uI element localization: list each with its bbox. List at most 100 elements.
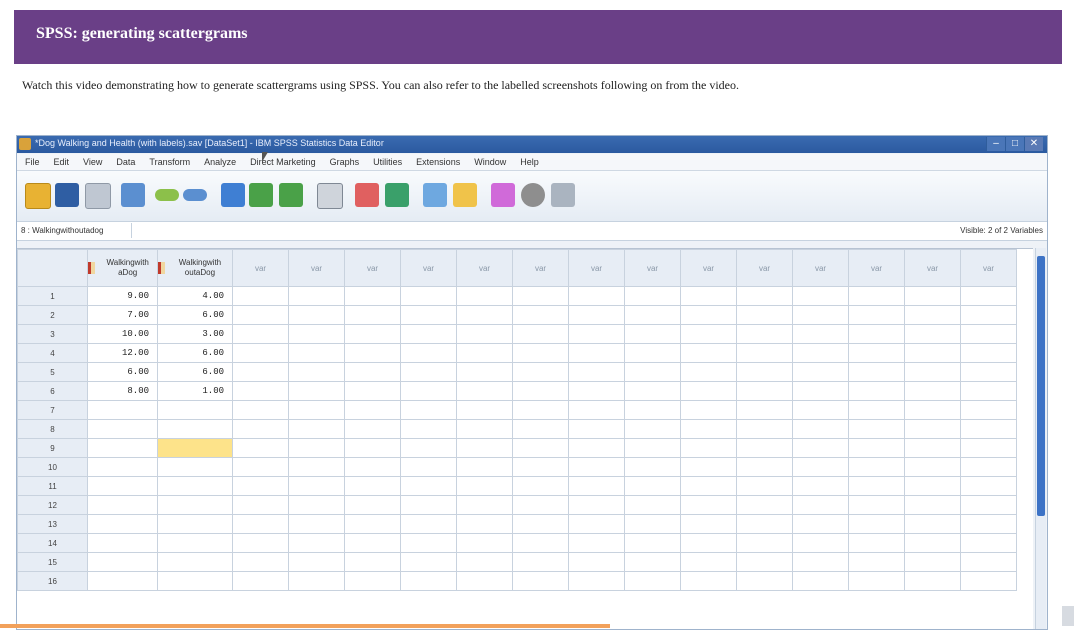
column-header-empty[interactable]: var: [568, 249, 625, 287]
empty-cell[interactable]: [736, 476, 793, 496]
column-header-empty[interactable]: var: [904, 249, 961, 287]
empty-cell[interactable]: [456, 419, 513, 439]
empty-cell[interactable]: [232, 552, 289, 572]
cell-walkingwithadog[interactable]: [87, 552, 158, 572]
row-number[interactable]: 15: [17, 552, 88, 572]
use-sets-icon[interactable]: [491, 183, 515, 207]
row-number[interactable]: 7: [17, 400, 88, 420]
scrollbar-thumb[interactable]: [1037, 256, 1045, 516]
empty-cell[interactable]: [232, 571, 289, 591]
empty-cell[interactable]: [736, 362, 793, 382]
empty-cell[interactable]: [344, 514, 401, 534]
empty-cell[interactable]: [568, 495, 625, 515]
cell-walkingwithoutadog[interactable]: 6.00: [157, 362, 233, 382]
empty-cell[interactable]: [400, 286, 457, 306]
empty-cell[interactable]: [400, 400, 457, 420]
empty-cell[interactable]: [232, 438, 289, 458]
empty-cell[interactable]: [680, 514, 737, 534]
empty-cell[interactable]: [232, 419, 289, 439]
empty-cell[interactable]: [568, 571, 625, 591]
empty-cell[interactable]: [848, 571, 905, 591]
empty-cell[interactable]: [680, 343, 737, 363]
empty-cell[interactable]: [960, 514, 1017, 534]
empty-cell[interactable]: [344, 343, 401, 363]
empty-cell[interactable]: [736, 324, 793, 344]
cell-walkingwithoutadog[interactable]: [157, 495, 233, 515]
empty-cell[interactable]: [624, 457, 681, 477]
empty-cell[interactable]: [960, 286, 1017, 306]
row-number[interactable]: 8: [17, 419, 88, 439]
empty-cell[interactable]: [848, 533, 905, 553]
empty-cell[interactable]: [232, 324, 289, 344]
empty-cell[interactable]: [736, 305, 793, 325]
empty-cell[interactable]: [456, 381, 513, 401]
empty-cell[interactable]: [568, 381, 625, 401]
empty-cell[interactable]: [624, 533, 681, 553]
variables-icon[interactable]: [279, 183, 303, 207]
empty-cell[interactable]: [792, 438, 849, 458]
empty-cell[interactable]: [736, 419, 793, 439]
empty-cell[interactable]: [344, 552, 401, 572]
empty-cell[interactable]: [232, 305, 289, 325]
find-icon[interactable]: [317, 183, 343, 209]
empty-cell[interactable]: [792, 324, 849, 344]
empty-cell[interactable]: [512, 305, 569, 325]
empty-cell[interactable]: [232, 343, 289, 363]
empty-cell[interactable]: [232, 362, 289, 382]
empty-cell[interactable]: [512, 324, 569, 344]
empty-cell[interactable]: [568, 533, 625, 553]
empty-cell[interactable]: [288, 419, 345, 439]
menu-edit[interactable]: Edit: [54, 157, 70, 167]
empty-cell[interactable]: [400, 324, 457, 344]
empty-cell[interactable]: [288, 514, 345, 534]
row-number[interactable]: 10: [17, 457, 88, 477]
empty-cell[interactable]: [848, 362, 905, 382]
empty-cell[interactable]: [288, 362, 345, 382]
empty-cell[interactable]: [344, 362, 401, 382]
empty-cell[interactable]: [848, 381, 905, 401]
empty-cell[interactable]: [680, 381, 737, 401]
empty-cell[interactable]: [400, 457, 457, 477]
empty-cell[interactable]: [736, 514, 793, 534]
empty-cell[interactable]: [568, 362, 625, 382]
empty-cell[interactable]: [456, 457, 513, 477]
empty-cell[interactable]: [512, 362, 569, 382]
cell-walkingwithoutadog[interactable]: [157, 419, 233, 439]
empty-cell[interactable]: [400, 305, 457, 325]
empty-cell[interactable]: [960, 457, 1017, 477]
empty-cell[interactable]: [624, 438, 681, 458]
cell-walkingwithoutadog[interactable]: [157, 400, 233, 420]
empty-cell[interactable]: [680, 362, 737, 382]
empty-cell[interactable]: [680, 324, 737, 344]
empty-cell[interactable]: [344, 438, 401, 458]
empty-cell[interactable]: [288, 343, 345, 363]
cell-walkingwithadog[interactable]: [87, 419, 158, 439]
empty-cell[interactable]: [736, 457, 793, 477]
empty-cell[interactable]: [848, 305, 905, 325]
empty-cell[interactable]: [232, 457, 289, 477]
cell-walkingwithadog[interactable]: [87, 514, 158, 534]
recall-dialog-icon[interactable]: [121, 183, 145, 207]
spell-check-icon[interactable]: [551, 183, 575, 207]
menu-help[interactable]: Help: [520, 157, 539, 167]
empty-cell[interactable]: [568, 552, 625, 572]
empty-cell[interactable]: [792, 552, 849, 572]
empty-cell[interactable]: [792, 571, 849, 591]
empty-cell[interactable]: [344, 533, 401, 553]
cell-walkingwithoutadog[interactable]: 3.00: [157, 324, 233, 344]
redo-icon[interactable]: [183, 189, 207, 201]
empty-cell[interactable]: [568, 324, 625, 344]
empty-cell[interactable]: [960, 362, 1017, 382]
empty-cell[interactable]: [344, 381, 401, 401]
column-header-empty[interactable]: var: [456, 249, 513, 287]
empty-cell[interactable]: [792, 305, 849, 325]
empty-cell[interactable]: [400, 381, 457, 401]
empty-cell[interactable]: [344, 419, 401, 439]
empty-cell[interactable]: [624, 419, 681, 439]
empty-cell[interactable]: [624, 552, 681, 572]
empty-cell[interactable]: [288, 533, 345, 553]
split-file-icon[interactable]: [355, 183, 379, 207]
empty-cell[interactable]: [904, 476, 961, 496]
print-icon[interactable]: [85, 183, 111, 209]
empty-cell[interactable]: [680, 457, 737, 477]
